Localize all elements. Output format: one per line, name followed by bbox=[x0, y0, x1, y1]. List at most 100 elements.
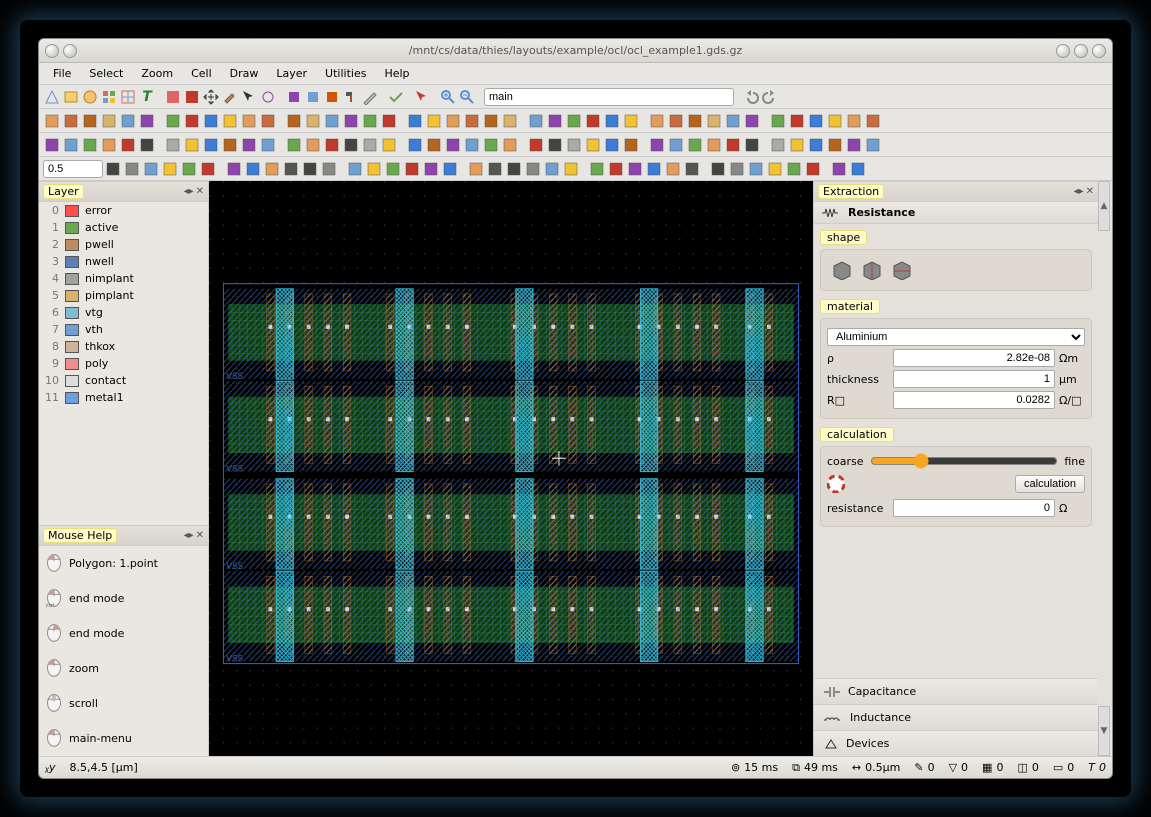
menu-zoom[interactable]: Zoom bbox=[133, 65, 181, 82]
layer-row[interactable]: 2 pwell bbox=[39, 236, 208, 253]
tool-generic-icon[interactable] bbox=[342, 136, 360, 154]
tool-generic-icon[interactable] bbox=[301, 160, 319, 178]
tool-generic-icon[interactable] bbox=[142, 160, 160, 178]
tool-generic-icon[interactable] bbox=[743, 136, 761, 154]
tool-generic-icon[interactable] bbox=[645, 160, 663, 178]
tool-generic-icon[interactable] bbox=[667, 112, 685, 130]
tool-generic-icon[interactable] bbox=[501, 112, 519, 130]
tool-generic-icon[interactable] bbox=[622, 136, 640, 154]
tool-generic-icon[interactable] bbox=[705, 136, 723, 154]
tool-generic-icon[interactable] bbox=[380, 136, 398, 154]
shape-option-1[interactable] bbox=[831, 260, 853, 280]
tool-generic-icon[interactable] bbox=[482, 136, 500, 154]
grid-value-input[interactable] bbox=[43, 160, 103, 178]
tool-generic-icon[interactable] bbox=[100, 136, 118, 154]
tool-generic-icon[interactable] bbox=[119, 112, 137, 130]
redo-icon[interactable] bbox=[761, 88, 779, 106]
tool-generic-icon[interactable] bbox=[199, 160, 217, 178]
tool-generic-icon[interactable] bbox=[180, 160, 198, 178]
tool-triangle-icon[interactable] bbox=[43, 88, 61, 106]
tool-generic-icon[interactable] bbox=[686, 112, 704, 130]
tool-generic-icon[interactable] bbox=[864, 136, 882, 154]
layer-row[interactable]: 10 contact bbox=[39, 372, 208, 389]
tool-generic-icon[interactable] bbox=[562, 160, 580, 178]
tool-zoom-in-icon[interactable] bbox=[439, 88, 457, 106]
tool-check-icon[interactable] bbox=[387, 88, 405, 106]
tool-red2-icon[interactable] bbox=[183, 88, 201, 106]
tool-generic-icon[interactable] bbox=[81, 136, 99, 154]
tool-generic-icon[interactable] bbox=[527, 136, 545, 154]
tool-cursor-red-icon[interactable] bbox=[413, 88, 431, 106]
tool-generic-icon[interactable] bbox=[403, 160, 421, 178]
precision-slider[interactable] bbox=[870, 453, 1059, 469]
tool-generic-icon[interactable] bbox=[482, 112, 500, 130]
tool-generic-icon[interactable] bbox=[785, 160, 803, 178]
shape-option-3[interactable] bbox=[891, 260, 913, 280]
tool-generic-icon[interactable] bbox=[705, 112, 723, 130]
tool-generic-icon[interactable] bbox=[584, 136, 602, 154]
tool-generic-icon[interactable] bbox=[323, 136, 341, 154]
tool-generic-icon[interactable] bbox=[486, 160, 504, 178]
cell-name-input[interactable] bbox=[484, 88, 734, 106]
help-icon[interactable] bbox=[827, 475, 845, 493]
tool-generic-icon[interactable] bbox=[240, 136, 258, 154]
tool-arrow-icon[interactable] bbox=[240, 88, 258, 106]
tool-generic-icon[interactable] bbox=[603, 136, 621, 154]
panel-pin-icon[interactable]: ◂▸ bbox=[184, 186, 194, 197]
tool-generic-icon[interactable] bbox=[221, 136, 239, 154]
tool-generic-icon[interactable] bbox=[565, 112, 583, 130]
tool-rect-icon[interactable] bbox=[62, 88, 80, 106]
tool-generic-icon[interactable] bbox=[565, 136, 583, 154]
layer-row[interactable]: 5 pimplant bbox=[39, 287, 208, 304]
scroll-down-icon[interactable]: ▼ bbox=[1098, 706, 1110, 756]
tool-generic-icon[interactable] bbox=[62, 136, 80, 154]
tool-generic-icon[interactable] bbox=[240, 112, 258, 130]
tool-generic-icon[interactable] bbox=[769, 136, 787, 154]
tool-generic-icon[interactable] bbox=[342, 112, 360, 130]
tool-square1-icon[interactable] bbox=[285, 88, 303, 106]
layer-row[interactable]: 4 nimplant bbox=[39, 270, 208, 287]
tool-move-icon[interactable] bbox=[202, 88, 220, 106]
tool-generic-icon[interactable] bbox=[849, 160, 867, 178]
tool-generic-icon[interactable] bbox=[104, 160, 122, 178]
tool-generic-icon[interactable] bbox=[683, 160, 701, 178]
tool-generic-icon[interactable] bbox=[164, 136, 182, 154]
tool-generic-icon[interactable] bbox=[864, 112, 882, 130]
tool-generic-icon[interactable] bbox=[361, 136, 379, 154]
layer-row[interactable]: 11 metal1 bbox=[39, 389, 208, 406]
tool-generic-icon[interactable] bbox=[826, 136, 844, 154]
tool-generic-icon[interactable] bbox=[202, 112, 220, 130]
tool-generic-icon[interactable] bbox=[285, 136, 303, 154]
tool-generic-icon[interactable] bbox=[43, 112, 61, 130]
tool-generic-icon[interactable] bbox=[603, 112, 621, 130]
layer-row[interactable]: 6 vtg bbox=[39, 304, 208, 321]
tool-generic-icon[interactable] bbox=[123, 160, 141, 178]
tool-generic-icon[interactable] bbox=[304, 112, 322, 130]
menu-utilities[interactable]: Utilities bbox=[317, 65, 374, 82]
tool-generic-icon[interactable] bbox=[422, 160, 440, 178]
tool-generic-icon[interactable] bbox=[769, 112, 787, 130]
tool-generic-icon[interactable] bbox=[648, 112, 666, 130]
tool-generic-icon[interactable] bbox=[543, 160, 561, 178]
tool-grid-icon[interactable] bbox=[119, 88, 137, 106]
tool-knife-icon[interactable] bbox=[361, 88, 379, 106]
menu-help[interactable]: Help bbox=[376, 65, 417, 82]
shape-option-2[interactable] bbox=[861, 260, 883, 280]
tool-red1-icon[interactable] bbox=[164, 88, 182, 106]
menu-layer[interactable]: Layer bbox=[268, 65, 315, 82]
tool-generic-icon[interactable] bbox=[830, 160, 848, 178]
tool-generic-icon[interactable] bbox=[225, 160, 243, 178]
tool-generic-icon[interactable] bbox=[664, 160, 682, 178]
tool-generic-icon[interactable] bbox=[686, 136, 704, 154]
tool-generic-icon[interactable] bbox=[804, 160, 822, 178]
tool-generic-icon[interactable] bbox=[724, 112, 742, 130]
devices-section[interactable]: Devices bbox=[814, 730, 1098, 756]
tool-generic-icon[interactable] bbox=[584, 112, 602, 130]
layer-row[interactable]: 8 thkox bbox=[39, 338, 208, 355]
tool-generic-icon[interactable] bbox=[259, 136, 277, 154]
tool-generic-icon[interactable] bbox=[406, 112, 424, 130]
undo-icon[interactable] bbox=[742, 88, 760, 106]
tool-generic-icon[interactable] bbox=[183, 112, 201, 130]
tool-generic-icon[interactable] bbox=[365, 160, 383, 178]
tool-generic-icon[interactable] bbox=[138, 112, 156, 130]
